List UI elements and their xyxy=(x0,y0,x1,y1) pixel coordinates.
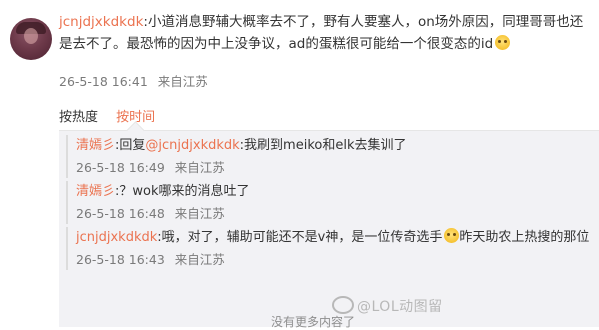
reply-source: 来自江苏 xyxy=(174,160,225,175)
reply-item: jcnjdjxkdkdk:哦，对了，辅助可能还不是v神，是一位传奇选手 昨天助农上… xyxy=(66,227,596,270)
main-comment-timestamp: 26-5-18 16:41 xyxy=(59,74,148,89)
smile-emoji-icon xyxy=(495,35,511,50)
comment-thread: jcnjdjxkdkdk:小道消息野辅大概率去不了，野有人要塞人，on场外原因，… xyxy=(0,0,599,329)
reply-text: :？wok哪来的消息吐了 xyxy=(115,184,250,199)
reply-timestamp: 26-5-18 16:49 xyxy=(76,160,165,175)
watermark-text: @LOL动图留 xyxy=(357,299,443,315)
main-comment-username[interactable]: jcnjdjxkdkdk xyxy=(59,14,143,30)
reply-item: 清嫣彡:回复@jcnjdjxkdkdk:我刷到meiko和elk去集训了 26-… xyxy=(66,135,596,178)
sort-by-hot-button[interactable]: 按热度 xyxy=(59,110,98,125)
reply-timestamp: 26-5-18 16:48 xyxy=(76,206,165,221)
main-comment: jcnjdjxkdkdk:小道消息野辅大概率去不了，野有人要塞人，on场外原因，… xyxy=(59,11,593,55)
reply-text-part-b: 昨天助农上热搜的那位 xyxy=(459,230,590,245)
reply-source: 来自江苏 xyxy=(174,252,225,267)
reply-username[interactable]: 清嫣彡 xyxy=(76,184,115,199)
reply-text-line: jcnjdjxkdkdk:哦，对了，辅助可能还不是v神，是一位传奇选手 昨天助农上… xyxy=(76,227,596,248)
avatar-face xyxy=(24,28,38,44)
footer-hint: 没有更多内容了 xyxy=(271,315,356,329)
reply-meta: 26-5-18 16:43 来自江苏 xyxy=(76,250,596,270)
main-comment-meta: 26-5-18 16:41 来自江苏 xyxy=(59,71,208,90)
reply-text: :我刷到meiko和elk去集训了 xyxy=(239,138,407,153)
weibo-logo-icon xyxy=(332,296,354,314)
reply-panel: 清嫣彡:回复@jcnjdjxkdkdk:我刷到meiko和elk去集训了 26-… xyxy=(59,130,599,327)
reply-text-line: 清嫣彡:回复@jcnjdjxkdkdk:我刷到meiko和elk去集训了 xyxy=(76,135,596,156)
reply-meta: 26-5-18 16:48 来自江苏 xyxy=(76,204,596,224)
avatar[interactable] xyxy=(10,18,52,60)
reply-mention-link[interactable]: @jcnjdjxkdkdk xyxy=(145,138,239,153)
main-comment-source: 来自江苏 xyxy=(157,74,208,89)
sort-row: 按热度 按时间 xyxy=(59,106,155,125)
reply-source: 来自江苏 xyxy=(174,206,225,221)
reply-prefix: :回复 xyxy=(115,138,146,153)
reply-item: 清嫣彡:？wok哪来的消息吐了 26-5-18 16:48 来自江苏 xyxy=(66,181,596,224)
reply-timestamp: 26-5-18 16:43 xyxy=(76,252,165,267)
reply-username[interactable]: 清嫣彡 xyxy=(76,138,115,153)
smile-emoji-icon xyxy=(444,228,460,243)
reply-text-part-a: :哦，对了，辅助可能还不是v神，是一位传奇选手 xyxy=(157,230,443,245)
reply-text-line: 清嫣彡:？wok哪来的消息吐了 xyxy=(76,181,596,202)
reply-username[interactable]: jcnjdjxkdkdk xyxy=(76,230,157,245)
reply-meta: 26-5-18 16:49 来自江苏 xyxy=(76,158,596,178)
